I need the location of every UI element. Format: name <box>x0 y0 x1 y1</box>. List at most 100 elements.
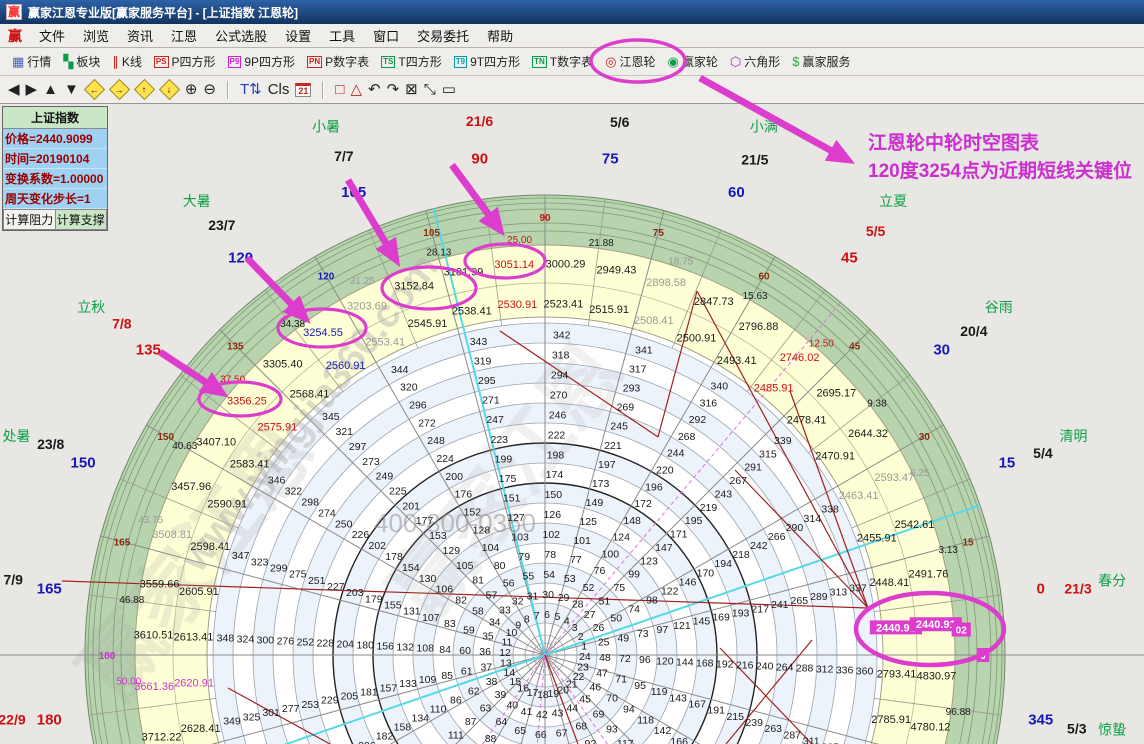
wheel-number: 102 <box>543 529 561 541</box>
wheel-number: 244 <box>667 448 685 460</box>
wheel-number: 227 <box>327 581 345 593</box>
toolbar-button-p-square[interactable]: PSP四方形 <box>148 51 222 72</box>
toolbar-button-rotate-ccw[interactable]: ↶ <box>368 81 381 99</box>
t-table-label: T数字表 <box>550 53 593 70</box>
wheel-number: 81 <box>472 575 484 587</box>
date-label: 21/6 <box>466 113 493 129</box>
wheel-number: 343 <box>470 336 488 348</box>
gann-wheel-chart[interactable]: 400-800-0360www.yingjia360.com赢家江恩赢家江恩12… <box>0 104 1144 744</box>
band-degree-label: 45 <box>849 341 861 352</box>
button-计算阻力[interactable]: 计算阻力 <box>3 209 56 230</box>
wheel-number: 243 <box>715 488 733 500</box>
wheel-number: 100 <box>602 548 620 560</box>
wheel-number: 216 <box>736 659 754 671</box>
wheel-number: 175 <box>499 473 517 485</box>
toolbar-button-nav-up[interactable]: ▲ <box>43 81 58 99</box>
wheel-number: 316 <box>700 397 718 409</box>
wheel-number: 264 <box>776 662 794 674</box>
toolbar-button-zoom-out[interactable]: ⊖ <box>203 81 216 99</box>
toolbar-button-shrink[interactable]: ⤡ <box>424 81 436 99</box>
toolbar-button-gann-wheel[interactable]: ◎江恩轮 <box>599 51 661 72</box>
toolbar-button-t-square[interactable]: TST四方形 <box>375 51 448 72</box>
wheel-number: 38 <box>486 676 498 688</box>
button-计算支撑[interactable]: 计算支撑 <box>56 209 108 230</box>
gann-wheel-canvas[interactable]: 400-800-0360www.yingjia360.com赢家江恩赢家江恩12… <box>0 104 1144 744</box>
toolbar-button-shift-up[interactable]: ↑ <box>134 79 155 100</box>
toolbar-button-zoom-in[interactable]: ⊕ <box>185 81 198 99</box>
wheel-number: 65 <box>514 725 526 737</box>
toolbar-separator <box>227 81 229 99</box>
menu-item-公式选股[interactable]: 公式选股 <box>206 24 276 47</box>
toolbar-button-shift-right[interactable]: → <box>109 79 130 100</box>
outer-price-label: 2491.76 <box>909 568 949 580</box>
wheel-number: 297 <box>349 441 367 453</box>
menu-item-浏览[interactable]: 浏览 <box>74 24 118 47</box>
toolbar-button-p-table[interactable]: PNP数字表 <box>301 51 375 72</box>
inner-price-label: 2613.41 <box>174 632 214 644</box>
toolbar-button-winner-wheel[interactable]: ◉赢家轮 <box>661 51 723 72</box>
menu-item-窗口[interactable]: 窗口 <box>364 24 408 47</box>
wheel-number: 172 <box>634 498 652 510</box>
toolbar-button-9p-square[interactable]: P99P四方形 <box>222 51 301 72</box>
wheel-number: 287 <box>784 729 802 741</box>
outer-price-label: 3610.51 <box>134 629 174 641</box>
toolbar-button-shift-left[interactable]: ← <box>84 79 105 100</box>
wheel-number: 111 <box>448 729 464 741</box>
toolbar-button-nav-right[interactable]: ▶ <box>26 81 38 99</box>
toolbar-button-nav-down[interactable]: ▼ <box>64 81 79 99</box>
toolbar-button-kline[interactable]: ∥K线 <box>106 51 148 72</box>
toolbar-button-hexagon[interactable]: ⬡六角形 <box>724 51 786 72</box>
wheel-number: 48 <box>599 652 611 664</box>
toolbar-button-t-updown[interactable]: T⇅ <box>240 81 262 99</box>
toolbar-button-quotes[interactable]: ▦行情 <box>6 51 57 72</box>
toolbar-button-expand[interactable]: ⊠ <box>405 81 418 99</box>
toolbar-button-square-tool[interactable]: □ <box>335 81 344 99</box>
outer-price-label: 3508.81 <box>152 529 192 541</box>
toolbar-button-9t-square[interactable]: T99T四方形 <box>448 51 526 72</box>
wheel-number: 82 <box>455 595 467 607</box>
wheel-number: 128 <box>473 524 491 536</box>
percent-label: 6.25 <box>910 468 930 479</box>
wheel-number: 76 <box>594 565 606 577</box>
toolbar-button-shift-down[interactable]: ↓ <box>159 79 180 100</box>
wheel-number: 23 <box>577 661 589 673</box>
menu-item-文件[interactable]: 文件 <box>30 24 74 47</box>
band-degree-label: 150 <box>157 432 174 443</box>
percent-label: 3.13 <box>939 545 959 556</box>
wheel-number: 49 <box>617 632 629 644</box>
toolbar-button-cls[interactable]: Cls <box>268 81 290 99</box>
menu-item-帮助[interactable]: 帮助 <box>478 24 522 47</box>
wheel-number: 3 <box>572 622 578 634</box>
wheel-number: 84 <box>439 644 451 656</box>
wheel-number: 39 <box>495 689 507 701</box>
toolbar-button-nav-left[interactable]: ◀ <box>8 81 20 99</box>
wheel-number: 292 <box>689 414 707 426</box>
menu-item-交易委托[interactable]: 交易委托 <box>408 24 478 47</box>
inner-price-label: 2455.91 <box>857 533 897 545</box>
menu-item-江恩[interactable]: 江恩 <box>162 24 206 47</box>
band-degree-label: 90 <box>539 213 551 224</box>
app-title: 赢家江恩专业版[赢家服务平台] - [上证指数 江恩轮] <box>28 4 298 21</box>
wheel-number: 42 <box>536 709 548 721</box>
wheel-number: 248 <box>427 435 445 447</box>
hexagon-label: 六角形 <box>744 53 780 70</box>
menu-item-资讯[interactable]: 资讯 <box>118 24 162 47</box>
toolbar-button-sectors[interactable]: ▚板块 <box>57 51 106 72</box>
menu-item-设置[interactable]: 设置 <box>276 24 320 47</box>
wheel-number: 267 <box>729 475 747 487</box>
toolbar-button-rotate-cw[interactable]: ↷ <box>387 81 400 99</box>
toolbar-button-calendar[interactable]: 21 <box>295 83 311 97</box>
menu-item-工具[interactable]: 工具 <box>320 24 364 47</box>
wheel-number: 192 <box>716 658 734 670</box>
wheel-number: 80 <box>494 560 506 572</box>
toolbar-button-triangle-tool[interactable]: △ <box>350 81 362 99</box>
wheel-number: 206 <box>358 740 376 744</box>
t-table-icon: TN <box>532 56 547 68</box>
wheel-number: 56 <box>503 578 515 590</box>
wheel-number: 294 <box>551 369 569 381</box>
toolbar-button-winner-service[interactable]: $赢家服务 <box>786 51 856 72</box>
toolbar-button-screen[interactable]: ▭ <box>442 81 456 99</box>
solar-term-label: 清明 <box>1059 428 1087 444</box>
wheel-number: 291 <box>744 462 762 474</box>
toolbar-button-t-table[interactable]: TNT数字表 <box>526 51 599 72</box>
